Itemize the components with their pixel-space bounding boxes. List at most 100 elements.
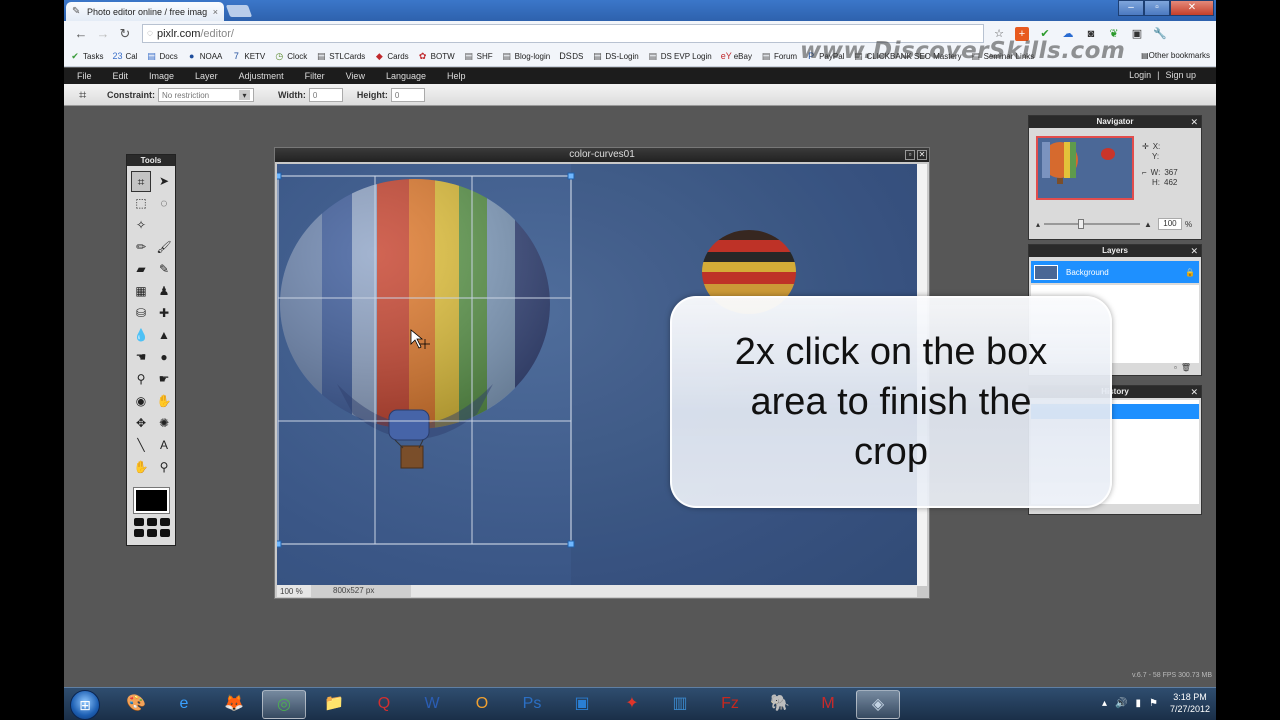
paint-app-icon[interactable]: 🎨: [114, 690, 158, 719]
reload-button[interactable]: ↻: [114, 26, 136, 42]
bloat-tool-icon[interactable]: ✋: [154, 391, 174, 412]
hand-tool-icon[interactable]: ✋: [131, 457, 151, 478]
screenshot-extension-icon[interactable]: ▣: [1130, 27, 1144, 41]
document-titlebar[interactable]: color-curves01 ▫ ✕: [275, 148, 929, 162]
camtasia-app-icon[interactable]: ◈: [856, 690, 900, 719]
bookmark-item[interactable]: ▤ STLCards: [316, 51, 365, 61]
bookmark-item[interactable]: eY eBay: [721, 51, 752, 61]
zoom-tool-icon[interactable]: ⚲: [154, 457, 174, 478]
navigator-thumbnail[interactable]: [1036, 136, 1134, 200]
tray-arrow-icon[interactable]: ▴: [1102, 698, 1107, 709]
lasso-tool-icon[interactable]: ◌: [154, 193, 174, 214]
sponge-tool-icon[interactable]: ●: [154, 347, 174, 368]
mail-app-icon[interactable]: M: [806, 690, 850, 719]
bookmark-item[interactable]: 23 Cal: [112, 51, 137, 61]
bookmark-item[interactable]: ▤ Blog-login: [502, 51, 550, 61]
view-mode-button[interactable]: [160, 518, 170, 526]
maximize-document-icon[interactable]: ▫: [905, 150, 915, 160]
view-mode-button[interactable]: [147, 518, 157, 526]
login-link[interactable]: Login: [1129, 70, 1151, 80]
menu-language[interactable]: Language: [386, 71, 426, 81]
flag-icon[interactable]: ⚑: [1149, 698, 1158, 709]
stamp-tool-icon[interactable]: ♟: [154, 281, 174, 302]
bookmark-item[interactable]: ✔ Tasks: [70, 51, 103, 61]
wand-tool-icon[interactable]: ✧: [131, 215, 151, 236]
bookmark-item[interactable]: 7 KETV: [231, 51, 265, 61]
bookmark-item[interactable]: ▤ Docs: [146, 51, 178, 61]
text-tool-icon[interactable]: A: [154, 435, 174, 456]
zoom-input[interactable]: 100: [1157, 218, 1182, 230]
zoom-slider-handle[interactable]: [1078, 219, 1085, 229]
word-app-icon[interactable]: W: [410, 690, 454, 719]
new-tab-button[interactable]: [225, 5, 253, 17]
bookmark-item[interactable]: ▤ DS EVP Login: [648, 51, 711, 61]
menu-edit[interactable]: Edit: [113, 71, 129, 81]
menu-help[interactable]: Help: [447, 71, 466, 81]
dodge-tool-icon[interactable]: ☛: [154, 369, 174, 390]
explorer-app-icon[interactable]: 📁: [312, 690, 356, 719]
menu-filter[interactable]: Filter: [305, 71, 325, 81]
outlook-app-icon[interactable]: O: [460, 690, 504, 719]
bookmark-item[interactable]: ● NOAA: [187, 51, 222, 61]
menu-file[interactable]: File: [77, 71, 92, 81]
fill-tool-icon[interactable]: ⛁: [131, 303, 151, 324]
spot-heal-tool-icon[interactable]: ✚: [154, 303, 174, 324]
bookmark-item[interactable]: DS DS: [559, 51, 583, 61]
close-history-icon[interactable]: ✕: [1190, 386, 1198, 398]
bookmark-item[interactable]: ▤ SHF: [464, 51, 492, 61]
editor-app-icon[interactable]: ▥: [658, 690, 702, 719]
volume-icon[interactable]: 🔊: [1115, 698, 1127, 709]
clock[interactable]: 3:18 PM 7/27/2012: [1170, 691, 1210, 715]
close-layers-icon[interactable]: ✕: [1190, 245, 1198, 257]
start-button[interactable]: ⊞: [70, 690, 100, 720]
bookmark-item[interactable]: ▤ DS-Login: [592, 51, 639, 61]
back-button[interactable]: ←: [70, 26, 92, 41]
browser-tab[interactable]: ✎ Photo editor online / free imag ×: [66, 2, 224, 21]
menu-adjustment[interactable]: Adjustment: [239, 71, 284, 81]
signup-link[interactable]: Sign up: [1165, 70, 1196, 80]
ie-app-icon[interactable]: e: [162, 690, 206, 719]
width-input[interactable]: 0: [308, 87, 343, 102]
capture-app-icon[interactable]: ▣: [560, 690, 604, 719]
blank-tool[interactable]: [154, 215, 174, 236]
forward-button[interactable]: →: [92, 26, 114, 41]
close-navigator-icon[interactable]: ✕: [1190, 116, 1198, 128]
redeye-tool-icon[interactable]: ◉: [131, 391, 151, 412]
pencil-tool-icon[interactable]: ✏: [131, 237, 151, 258]
menu-layer[interactable]: Layer: [195, 71, 218, 81]
wrench-menu-icon[interactable]: 🔧: [1153, 27, 1167, 41]
layer-item-background[interactable]: Background 🔒: [1031, 261, 1199, 283]
smudge-tool-icon[interactable]: ☚: [131, 347, 151, 368]
filezilla-app-icon[interactable]: Fz: [708, 690, 752, 719]
bookmark-item[interactable]: ▤ Forum: [761, 51, 797, 61]
other-bookmarks[interactable]: ▤ Other bookmarks: [1141, 51, 1210, 60]
network-icon[interactable]: ▮: [1135, 698, 1141, 709]
brush-tool-icon[interactable]: 🖌: [154, 237, 174, 258]
bookmark-item[interactable]: ✿ BOTW: [418, 51, 455, 61]
acrobat-app-icon[interactable]: ✦: [610, 690, 654, 719]
tab-close-icon[interactable]: ×: [213, 7, 218, 17]
close-document-icon[interactable]: ✕: [917, 150, 927, 160]
zoom-in-icon[interactable]: ▲: [1144, 220, 1152, 229]
constraint-select[interactable]: No restriction ▾: [158, 87, 254, 102]
menu-view[interactable]: View: [346, 71, 365, 81]
quicken-app-icon[interactable]: Q: [362, 690, 406, 719]
bookmark-item[interactable]: ◷ Clock: [274, 51, 307, 61]
replace-tool-icon[interactable]: ✎: [154, 259, 174, 280]
blur-tool-icon[interactable]: 💧: [131, 325, 151, 346]
pinch-tool-icon[interactable]: ✥: [131, 413, 151, 434]
zoom-slider[interactable]: [1044, 219, 1141, 229]
view-mode-button[interactable]: [147, 529, 157, 537]
view-mode-button[interactable]: [134, 518, 144, 526]
eraser-tool-icon[interactable]: ▰: [131, 259, 151, 280]
gradient-tool-icon[interactable]: ▦: [131, 281, 151, 302]
firefox-app-icon[interactable]: 🦊: [212, 690, 256, 719]
trash-icon[interactable]: 🗑: [1181, 363, 1191, 372]
evernote-app-icon[interactable]: 🐘: [758, 690, 802, 719]
sharpen-tool-icon[interactable]: ▲: [154, 325, 174, 346]
page-info-icon[interactable]: ◌: [147, 28, 153, 39]
eyedropper-tool-icon[interactable]: ╲: [131, 435, 151, 456]
zoom-out-icon[interactable]: ▴: [1036, 220, 1040, 229]
marquee-tool-icon[interactable]: ⬚: [131, 193, 151, 214]
burn-tool-icon[interactable]: ⚲: [131, 369, 151, 390]
